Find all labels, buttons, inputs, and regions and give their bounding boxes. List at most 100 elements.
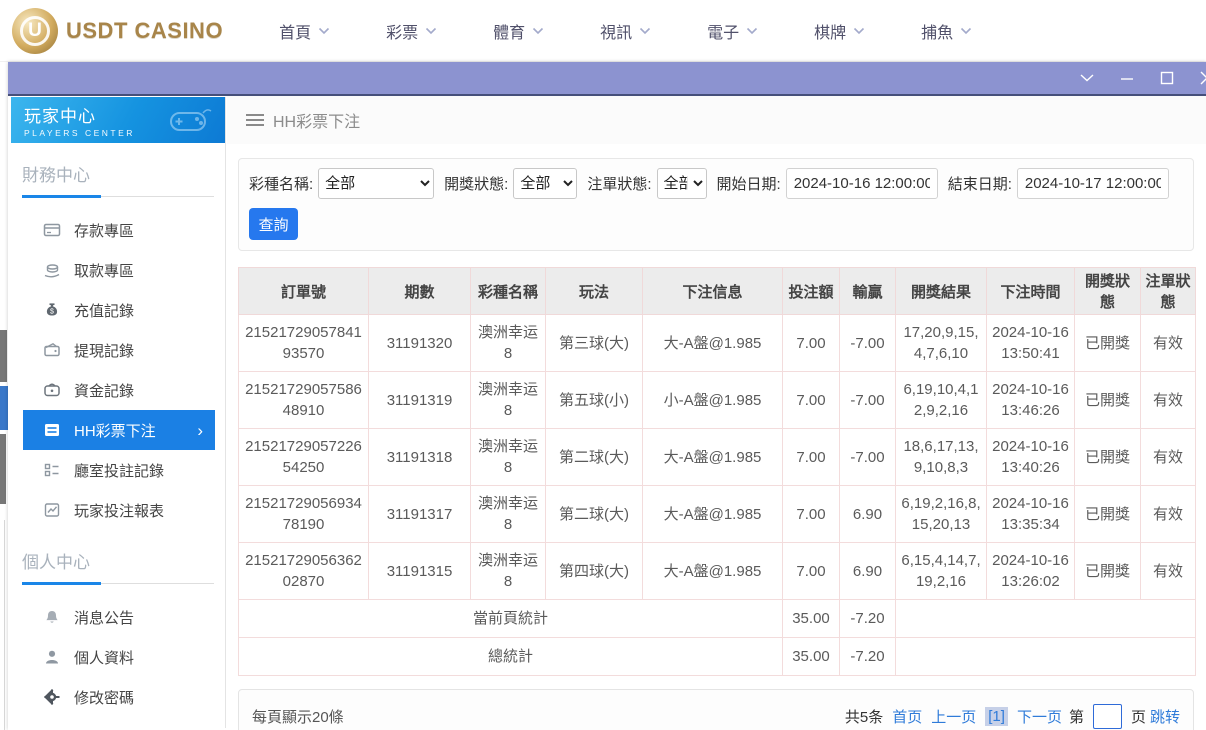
- breadcrumb: HH彩票下注: [227, 96, 1206, 144]
- table-cell: 已開獎: [1074, 314, 1141, 372]
- background-fragment: [0, 386, 8, 430]
- first-page-link[interactable]: 首页: [892, 706, 922, 727]
- close-icon[interactable]: [1199, 70, 1206, 86]
- collapse-icon[interactable]: [1079, 70, 1095, 86]
- sidebar-item-消息公告[interactable]: 消息公告: [23, 597, 215, 637]
- window-titlebar[interactable]: [8, 62, 1206, 96]
- next-page-link[interactable]: 下一页: [1017, 706, 1062, 727]
- summary-label: 總統計: [238, 637, 783, 676]
- chevron-down-icon: [747, 27, 758, 34]
- table-cell: 2152172905636202870: [238, 542, 369, 600]
- chevron-down-icon: [640, 27, 651, 34]
- chevron-down-icon: [319, 27, 330, 34]
- search-button[interactable]: 查詢: [249, 208, 298, 240]
- table-cell: 大-A盤@1.985: [642, 314, 783, 372]
- nav-item-0[interactable]: 首頁: [279, 19, 330, 43]
- column-header: 輸贏: [839, 267, 896, 315]
- player-bet-report-icon: [43, 501, 61, 519]
- table-cell: 31191320: [368, 314, 471, 372]
- sidebar-item-取款專區[interactable]: 取款專區: [23, 250, 215, 290]
- nav-item-4[interactable]: 電子: [707, 19, 758, 43]
- table-cell: 有效: [1140, 314, 1196, 372]
- chevron-down-icon: [854, 27, 865, 34]
- table-cell: 已開獎: [1074, 371, 1141, 429]
- sidebar-item-玩家投注報表[interactable]: 玩家投注報表: [23, 490, 215, 530]
- sidebar: 玩家中心 PLAYERS CENTER 財務中心存款專區取款專區 $ 充值記錄提現記…: [11, 97, 226, 728]
- sidebar-item-修改密碼[interactable]: 修改密碼: [23, 677, 215, 717]
- recharge-bag-icon: $: [43, 301, 61, 319]
- column-header: 訂單號: [238, 267, 369, 315]
- bet-records-table: 訂單號 期數 彩種名稱 玩法 下注信息 投注額 輸贏 開獎結果 下注時間 開獎狀態 注單狀態 215…: [238, 267, 1196, 676]
- column-header: 彩種名稱: [470, 267, 546, 315]
- draw-status-select[interactable]: 全部: [513, 168, 578, 199]
- table-cell: 2152172905784193570: [238, 314, 369, 372]
- table-cell: 小-A盤@1.985: [642, 371, 783, 429]
- column-header: 開獎結果: [895, 267, 987, 315]
- table-cell: 2024-10-16 13:40:26: [986, 428, 1075, 486]
- site-logo[interactable]: U USDT CASINO: [12, 7, 223, 54]
- minimize-icon[interactable]: [1119, 70, 1135, 86]
- column-header: 下注時間: [986, 267, 1075, 315]
- table-cell: 6,15,4,14,7,19,2,16: [895, 542, 987, 600]
- order-status-select[interactable]: 全部: [656, 168, 707, 199]
- sidebar-section-title: 財務中心: [22, 166, 90, 185]
- lottery-name-label: 彩種名稱:: [249, 176, 314, 193]
- table-cell: 第二球(大): [545, 428, 643, 486]
- nav-item-label: 彩票: [386, 24, 419, 42]
- nav-item-label: 首頁: [279, 24, 312, 42]
- jump-button[interactable]: 跳转: [1150, 706, 1180, 727]
- pagination-bar: 每頁顯示20條 共5条 首页 上一页 [1] 下一页 第 页 跳转: [238, 689, 1194, 730]
- start-date-input[interactable]: [785, 168, 938, 199]
- nav-item-label: 視訊: [600, 24, 633, 42]
- table-row: 2152172905784193570 31191320 澳洲幸运8 第三球(大) 大-…: [238, 314, 1196, 372]
- nav-item-1[interactable]: 彩票: [386, 19, 437, 43]
- sidebar-item-存款專區[interactable]: 存款專區: [23, 210, 215, 250]
- sidebar-item-label: 存款專區: [74, 222, 135, 240]
- nav-item-3[interactable]: 視訊: [600, 19, 651, 43]
- nav-item-label: 電子: [707, 24, 740, 42]
- sidebar-item-個人資料[interactable]: 個人資料: [23, 637, 215, 677]
- table-cell: 6,19,10,4,12,9,2,16: [895, 371, 987, 429]
- table-cell: 已開獎: [1074, 542, 1141, 600]
- sidebar-item-label: 取款專區: [74, 262, 135, 280]
- table-cell: 澳洲幸运8: [470, 428, 546, 486]
- sidebar-sections: 財務中心存款專區取款專區 $ 充值記錄提現記錄資金記錄 HH彩票下注 › 廳室投註記錄 玩家…: [11, 161, 225, 728]
- table-cell: -7.00: [839, 371, 896, 429]
- table-cell: 2152172905722654250: [238, 428, 369, 486]
- background-fragment: [0, 330, 7, 382]
- table-cell: 7.00: [782, 542, 840, 600]
- end-date-input[interactable]: [1016, 168, 1169, 199]
- sidebar-item-充值記錄[interactable]: $ 充值記錄: [23, 290, 215, 330]
- sidebar-header: 玩家中心 PLAYERS CENTER: [11, 97, 225, 143]
- jump-suffix: 页: [1130, 708, 1146, 726]
- page-size-text: 每頁顯示20條: [252, 708, 344, 726]
- table-cell: 6,19,2,16,8,15,20,13: [895, 485, 987, 543]
- page-jump-input[interactable]: [1092, 703, 1122, 729]
- sidebar-item-資金記錄[interactable]: 資金記錄: [23, 370, 215, 410]
- sidebar-item-label: 提現記錄: [74, 342, 135, 360]
- hamburger-icon[interactable]: [246, 113, 264, 127]
- table-cell: 有效: [1140, 371, 1196, 429]
- summary-empty-cell: [895, 599, 1196, 638]
- nav-item-2[interactable]: 體育: [493, 19, 544, 43]
- start-date-label: 開始日期:: [716, 176, 781, 193]
- table-row: 2152172905693478190 31191317 澳洲幸运8 第二球(大) 大-…: [238, 485, 1196, 543]
- end-date-label: 結束日期:: [947, 176, 1012, 193]
- maximize-icon[interactable]: [1159, 70, 1175, 86]
- sidebar-item-提現記錄[interactable]: 提現記錄: [23, 330, 215, 370]
- withdraw-record-icon: [43, 341, 61, 359]
- sidebar-item-廳室投註記錄[interactable]: 廳室投註記錄: [23, 450, 215, 490]
- sidebar-item-label: 個人資料: [74, 649, 135, 667]
- nav-item-5[interactable]: 棋牌: [814, 19, 865, 43]
- summary-label: 當前頁統計: [238, 599, 783, 638]
- sidebar-item-HH彩票下注[interactable]: HH彩票下注 ›: [23, 410, 215, 450]
- top-nav: 首頁 彩票 體育 視訊 電子 棋牌 捕魚: [279, 19, 972, 43]
- nav-item-6[interactable]: 捕魚: [921, 19, 972, 43]
- deposit-card-icon: [43, 221, 61, 239]
- nav-item-label: 棋牌: [814, 24, 847, 42]
- lottery-name-select[interactable]: 全部: [318, 168, 435, 199]
- prev-page-link[interactable]: 上一页: [931, 706, 976, 727]
- table-cell: 7.00: [782, 428, 840, 486]
- table-cell: 澳洲幸运8: [470, 485, 546, 543]
- summary-empty-cell: [895, 637, 1196, 676]
